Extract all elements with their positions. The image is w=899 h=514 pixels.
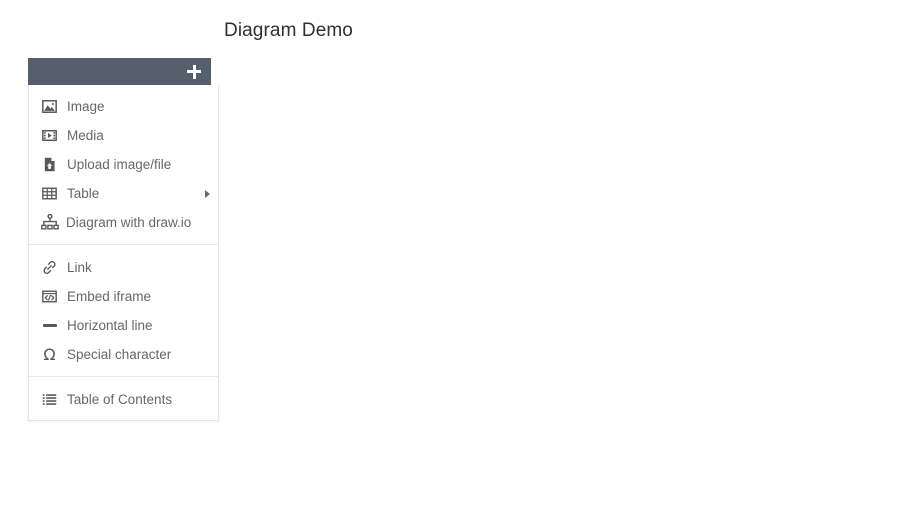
upload-file-icon: [40, 155, 59, 174]
menu-item-label: Diagram with draw.io: [66, 214, 192, 230]
menu-group-structure: Table of Contents: [29, 376, 218, 414]
menu-item-label: Image: [67, 98, 105, 114]
code-embed-icon: [40, 287, 59, 306]
menu-item-label: Upload image/file: [67, 156, 172, 172]
menu-item-table[interactable]: Table: [29, 179, 218, 208]
menu-item-label: Table of Contents: [67, 391, 173, 407]
menu-item-link[interactable]: Link: [29, 253, 218, 282]
editor-toolbar: [28, 58, 211, 85]
menu-item-label: Link: [67, 259, 92, 275]
menu-item-label: Horizontal line: [67, 317, 153, 333]
menu-group-insert: Link Embed iframe Horizontal line Ω Spec…: [29, 244, 218, 369]
table-grid-icon: [40, 184, 59, 203]
menu-item-image[interactable]: Image: [29, 92, 218, 121]
menu-item-label: Table: [67, 185, 100, 201]
page-title: Diagram Demo: [224, 20, 353, 41]
menu-group-media: Image Media Upload image/file Table Diag…: [29, 92, 218, 237]
plus-icon[interactable]: [186, 64, 202, 80]
menu-item-upload-image-file[interactable]: Upload image/file: [29, 150, 218, 179]
menu-item-special-character[interactable]: Ω Special character: [29, 340, 218, 369]
sitemap-icon: [39, 213, 60, 232]
image-icon: [40, 97, 59, 116]
insert-dropdown-menu: Image Media Upload image/file Table Diag…: [28, 85, 219, 421]
menu-item-label: Special character: [67, 346, 172, 362]
menu-item-media[interactable]: Media: [29, 121, 218, 150]
menu-item-label: Embed iframe: [67, 288, 152, 304]
omega-icon: Ω: [43, 344, 56, 364]
list-bullet-icon: [40, 390, 59, 409]
horizontal-line-icon: [40, 316, 59, 335]
menu-item-embed-iframe[interactable]: Embed iframe: [29, 282, 218, 311]
menu-item-horizontal-line[interactable]: Horizontal line: [29, 311, 218, 340]
chevron-right-icon: [205, 189, 210, 198]
media-icon: [40, 126, 59, 145]
menu-item-diagram-with-drawio[interactable]: Diagram with draw.io: [29, 208, 218, 237]
chain-link-icon: [40, 258, 59, 277]
menu-item-label: Media: [67, 127, 104, 143]
menu-item-table-of-contents[interactable]: Table of Contents: [29, 385, 218, 414]
